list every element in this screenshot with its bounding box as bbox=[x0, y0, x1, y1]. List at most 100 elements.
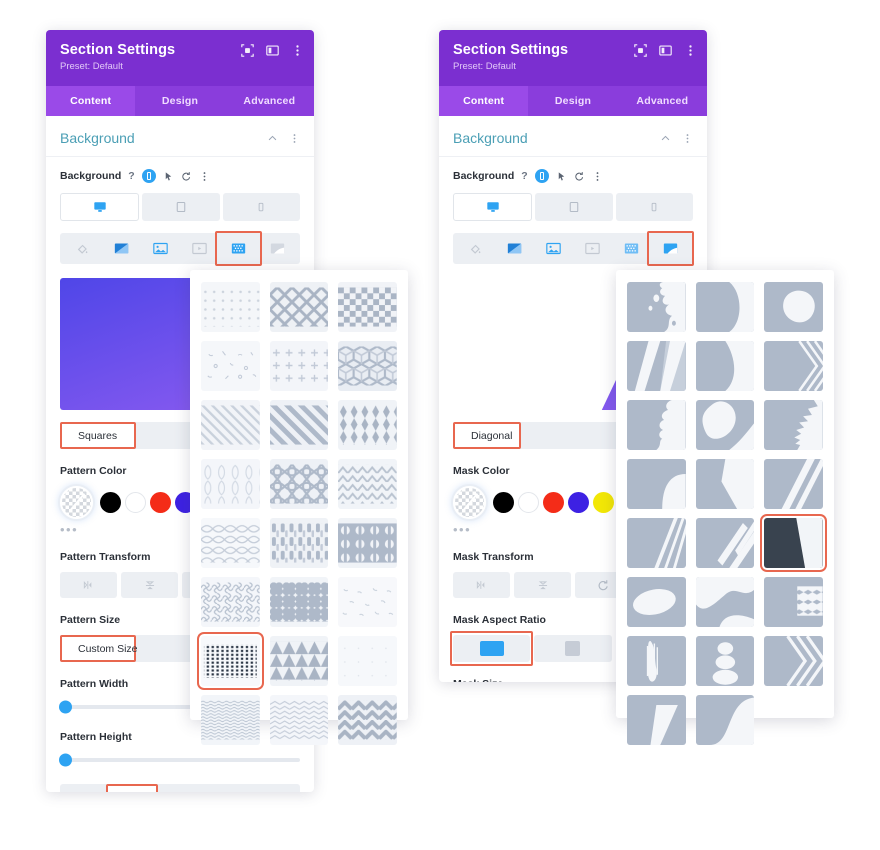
aspect-landscape-button[interactable] bbox=[449, 631, 534, 666]
color-swatch-red[interactable] bbox=[543, 492, 564, 513]
pattern-cell-diagonal-stripes-thin[interactable] bbox=[201, 400, 260, 450]
device-tablet-button[interactable] bbox=[142, 193, 220, 221]
pattern-cell-vertical-dashes[interactable] bbox=[269, 518, 329, 568]
bgtype-video-button[interactable] bbox=[573, 236, 612, 261]
flip-horizontal-button[interactable] bbox=[60, 572, 117, 598]
pattern-cell-chevron-thin[interactable] bbox=[338, 459, 397, 509]
color-swatch-black[interactable] bbox=[493, 492, 514, 513]
color-swatch-blue[interactable] bbox=[568, 492, 589, 513]
pattern-cell-diamond-lattice[interactable] bbox=[269, 282, 329, 332]
device-tablet-button[interactable] bbox=[535, 193, 613, 221]
slider-knob[interactable] bbox=[59, 700, 72, 714]
bgtype-gradient-button[interactable] bbox=[495, 236, 534, 261]
device-desktop-button[interactable] bbox=[453, 193, 533, 221]
reset-icon[interactable] bbox=[181, 171, 192, 182]
bgtype-mask-button[interactable] bbox=[258, 236, 297, 261]
bgtype-color-fill-button[interactable] bbox=[63, 236, 102, 261]
kebab-menu-icon[interactable] bbox=[684, 44, 697, 57]
fullscreen-icon[interactable] bbox=[634, 44, 647, 57]
color-swatch-white[interactable] bbox=[518, 492, 539, 513]
mask-cell-chevrons-thin[interactable] bbox=[764, 341, 823, 391]
help-icon[interactable]: ? bbox=[521, 170, 527, 182]
pattern-cell-chevron-bold[interactable] bbox=[338, 695, 397, 745]
aspect-square-button[interactable] bbox=[534, 635, 612, 662]
cursor-hover-icon[interactable] bbox=[163, 171, 174, 182]
pattern-cell-squares[interactable] bbox=[197, 632, 264, 690]
pattern-cell-circles-squares[interactable] bbox=[338, 518, 397, 568]
mask-cell-honey-drop[interactable] bbox=[695, 400, 755, 450]
layout-split-icon[interactable] bbox=[659, 44, 672, 57]
tab-advanced[interactable]: Advanced bbox=[618, 86, 707, 116]
help-icon[interactable]: ? bbox=[128, 170, 134, 182]
pattern-cell-quatrefoil[interactable] bbox=[269, 577, 329, 627]
fullscreen-icon[interactable] bbox=[241, 44, 254, 57]
bgtype-pattern-button[interactable] bbox=[215, 231, 262, 266]
device-desktop-button[interactable] bbox=[60, 193, 140, 221]
pattern-cell-plus-signs[interactable] bbox=[269, 341, 329, 391]
pattern-cell-wavy-grid[interactable] bbox=[201, 577, 260, 627]
pattern-cell-diagonal-stripes-bold[interactable] bbox=[269, 400, 329, 450]
bgtype-color-fill-button[interactable] bbox=[456, 236, 495, 261]
color-swatch-yellow[interactable] bbox=[593, 492, 614, 513]
color-swatch-transparent[interactable] bbox=[453, 486, 486, 519]
mask-cell-layered-lines[interactable] bbox=[627, 518, 686, 568]
pattern-cell-ogee-outline[interactable] bbox=[201, 518, 260, 568]
kebab-menu-icon[interactable] bbox=[289, 133, 300, 144]
mask-cell-s-curve[interactable] bbox=[695, 695, 755, 745]
mask-cell-blob[interactable] bbox=[764, 282, 823, 332]
mask-cell-pebbles[interactable] bbox=[695, 636, 755, 686]
pattern-cell-confetti[interactable] bbox=[201, 341, 260, 391]
mask-cell-hexagons[interactable] bbox=[764, 577, 823, 627]
responsive-toggle-icon[interactable] bbox=[534, 169, 549, 183]
kebab-menu-icon[interactable] bbox=[592, 171, 603, 182]
mask-cell-wave-dot[interactable] bbox=[695, 577, 755, 627]
bgtype-image-button[interactable] bbox=[534, 236, 573, 261]
flip-vertical-button[interactable] bbox=[121, 572, 178, 598]
tab-design[interactable]: Design bbox=[135, 86, 224, 116]
pattern-cell-tiny-dots[interactable] bbox=[338, 636, 397, 686]
more-colors-icon[interactable]: ••• bbox=[453, 523, 612, 536]
slider-knob[interactable] bbox=[59, 753, 72, 767]
panel-preset[interactable]: Preset: Default bbox=[60, 61, 300, 72]
tab-advanced[interactable]: Advanced bbox=[225, 86, 314, 116]
pattern-cell-sprinkles[interactable] bbox=[338, 577, 397, 627]
cursor-hover-icon[interactable] bbox=[556, 171, 567, 182]
device-phone-button[interactable] bbox=[222, 193, 300, 221]
color-swatch-transparent[interactable] bbox=[60, 486, 93, 519]
mask-cell-paint-splat[interactable] bbox=[764, 400, 823, 450]
mask-cell-layered-chevron[interactable] bbox=[764, 636, 823, 686]
bgtype-mask-button[interactable] bbox=[647, 231, 694, 266]
pattern-cell-honeycomb-outline[interactable] bbox=[201, 459, 260, 509]
mask-cell-wave-left[interactable] bbox=[695, 282, 755, 332]
responsive-toggle-icon[interactable] bbox=[141, 169, 156, 183]
pattern-cell-triangles[interactable] bbox=[269, 636, 329, 686]
pattern-cell-diamonds[interactable] bbox=[338, 400, 397, 450]
panel-preset[interactable]: Preset: Default bbox=[453, 61, 693, 72]
mask-cell-rocky-edge[interactable] bbox=[627, 400, 686, 450]
kebab-menu-icon[interactable] bbox=[682, 133, 693, 144]
mask-cell-bubbles[interactable] bbox=[627, 282, 686, 332]
pattern-cell-checkerboard[interactable] bbox=[338, 282, 397, 332]
pattern-cell-polka-dots[interactable] bbox=[201, 282, 260, 332]
reset-icon[interactable] bbox=[574, 171, 585, 182]
mask-cell-curve-in[interactable] bbox=[695, 341, 755, 391]
pattern-cell-cubes[interactable] bbox=[338, 341, 397, 391]
flip-vertical-button[interactable] bbox=[514, 572, 571, 598]
kebab-menu-icon[interactable] bbox=[291, 44, 304, 57]
kebab-menu-icon[interactable] bbox=[199, 171, 210, 182]
color-swatch-white[interactable] bbox=[125, 492, 146, 513]
mask-cell-arrow-down[interactable] bbox=[695, 459, 755, 509]
mask-cell-triangle-corner[interactable] bbox=[627, 695, 686, 745]
mask-cell-layered-slant[interactable] bbox=[627, 341, 686, 391]
bgtype-pattern-button[interactable] bbox=[612, 236, 651, 261]
pattern-height-slider[interactable] bbox=[59, 752, 300, 768]
chevron-up-icon[interactable] bbox=[660, 133, 671, 144]
pattern-cell-wavy-lines[interactable] bbox=[201, 695, 260, 745]
pattern-height-value-field[interactable]: 4px bbox=[60, 784, 300, 792]
tab-content[interactable]: Content bbox=[439, 86, 529, 116]
mask-cell-corner-curve[interactable] bbox=[627, 459, 686, 509]
pattern-cell-zigzag-thin[interactable] bbox=[269, 695, 329, 745]
bgtype-gradient-button[interactable] bbox=[102, 236, 141, 261]
flip-horizontal-button[interactable] bbox=[453, 572, 510, 598]
tab-design[interactable]: Design bbox=[528, 86, 617, 116]
